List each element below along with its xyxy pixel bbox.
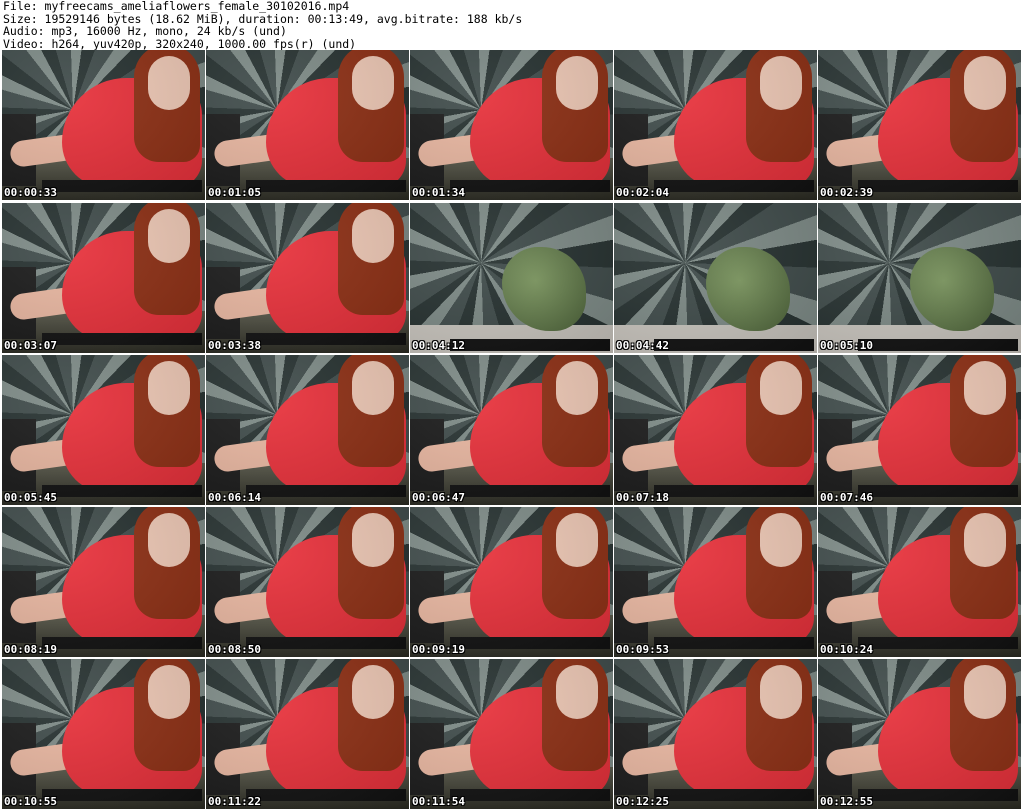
thumbnail-timestamp: 00:12:55 (820, 795, 873, 808)
video-thumbnail: 00:01:34 (410, 50, 613, 200)
thumbnail-timestamp: 00:05:10 (820, 339, 873, 352)
thumbnail-timestamp: 00:09:53 (616, 643, 669, 656)
video-thumbnail: 00:02:04 (614, 50, 817, 200)
file-name-line: File: myfreecams_ameliaflowers_female_30… (3, 0, 350, 13)
video-thumbnail: 00:06:14 (206, 355, 409, 505)
thumbnail-timestamp: 00:04:42 (616, 339, 669, 352)
video-thumbnail: 00:10:55 (2, 659, 205, 809)
video-thumbnail: 00:11:54 (410, 659, 613, 809)
video-thumbnail: 00:03:38 (206, 203, 409, 353)
thumbnail-timestamp: 00:10:24 (820, 643, 873, 656)
video-thumbnail: 00:05:10 (818, 203, 1021, 353)
thumbnail-timestamp: 00:06:14 (208, 491, 261, 504)
thumbnail-timestamp: 00:01:34 (412, 186, 465, 199)
video-thumbnail: 00:04:12 (410, 203, 613, 353)
thumbnail-timestamp: 00:00:33 (4, 186, 57, 199)
video-thumbnail: 00:09:19 (410, 507, 613, 657)
pillow-shape (910, 247, 994, 331)
thumbnail-timestamp: 00:10:55 (4, 795, 57, 808)
video-thumbnail: 00:10:24 (818, 507, 1021, 657)
thumbnail-timestamp: 00:02:39 (820, 186, 873, 199)
video-thumbnail: 00:12:25 (614, 659, 817, 809)
thumbnail-timestamp: 00:07:18 (616, 491, 669, 504)
video-thumbnail: 00:02:39 (818, 50, 1021, 200)
video-thumbnail: 00:06:47 (410, 355, 613, 505)
video-thumbnail: 00:08:50 (206, 507, 409, 657)
thumbnail-timestamp: 00:04:12 (412, 339, 465, 352)
video-thumbnail: 00:04:42 (614, 203, 817, 353)
thumbnail-timestamp: 00:11:54 (412, 795, 465, 808)
video-thumbnail: 00:07:18 (614, 355, 817, 505)
thumbnail-timestamp: 00:06:47 (412, 491, 465, 504)
thumbnail-timestamp: 00:09:19 (412, 643, 465, 656)
thumbnail-timestamp: 00:03:38 (208, 339, 261, 352)
thumbnail-grid: 00:00:33 00:01:05 00:01:34 00:02:04 00:02:39… (0, 50, 1024, 811)
thumbnail-timestamp: 00:08:50 (208, 643, 261, 656)
thumbnail-timestamp: 00:01:05 (208, 186, 261, 199)
video-thumbnail: 00:12:55 (818, 659, 1021, 809)
thumbnail-timestamp: 00:07:46 (820, 491, 873, 504)
pillow-shape (706, 247, 790, 331)
file-info-header: File: myfreecams_ameliaflowers_female_30… (3, 0, 522, 50)
video-thumbnail: 00:07:46 (818, 355, 1021, 505)
video-thumbnail: 00:01:05 (206, 50, 409, 200)
thumbnail-timestamp: 00:12:25 (616, 795, 669, 808)
thumbnail-timestamp: 00:05:45 (4, 491, 57, 504)
video-thumbnail: 00:00:33 (2, 50, 205, 200)
thumbnail-timestamp: 00:02:04 (616, 186, 669, 199)
pillow-shape (502, 247, 586, 331)
thumbnail-timestamp: 00:08:19 (4, 643, 57, 656)
video-thumbnail: 00:08:19 (2, 507, 205, 657)
thumbnail-timestamp: 00:11:22 (208, 795, 261, 808)
video-thumbnail: 00:03:07 (2, 203, 205, 353)
thumbnail-timestamp: 00:03:07 (4, 339, 57, 352)
video-info-line: Video: h264, yuv420p, 320x240, 1000.00 f… (3, 36, 357, 51)
video-thumbnail: 00:09:53 (614, 507, 817, 657)
video-thumbnail: 00:11:22 (206, 659, 409, 809)
video-thumbnail: 00:05:45 (2, 355, 205, 505)
audio-info-line: Audio: mp3, 16000 Hz, mono, 24 kb/s (und… (3, 24, 287, 38)
